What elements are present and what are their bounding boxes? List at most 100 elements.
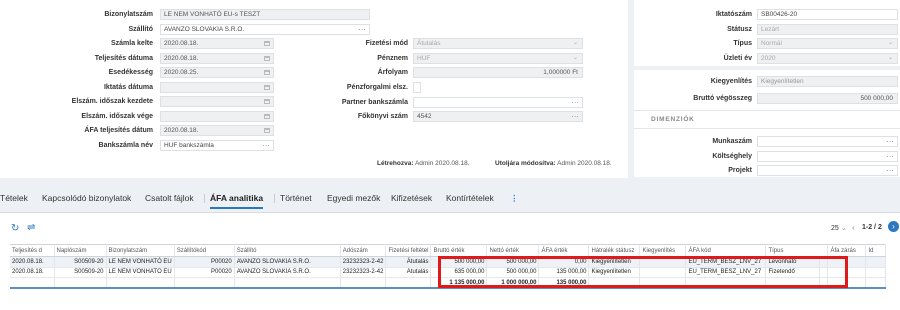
column-header[interactable]: Naplószám [54,244,107,257]
column-header[interactable]: Adószám [340,244,387,257]
calendar-icon[interactable] [264,55,270,61]
total-cell [340,277,387,289]
column-header[interactable]: ÁFA érték [538,244,590,257]
document-number-field[interactable]: LE NEM VONHATÓ EU-s TESZT [160,9,370,20]
more-tabs-icon[interactable]: ⋮ [510,193,519,204]
dimension-label: Projekt [728,167,752,174]
tab-custom-fields[interactable]: Egyedi mezők [327,193,380,203]
field-value: 2020.08.25. [164,69,199,76]
column-header[interactable]: Fizetési feltétel [385,244,432,257]
lookup-icon[interactable]: ... [263,141,270,149]
column-header[interactable]: Bruttó érték [430,244,488,257]
cash-accounting-checkbox[interactable] [413,82,421,93]
fiscal-year-select[interactable]: 2020 ⌄ [757,52,898,64]
lookup-icon[interactable]: ... [887,166,894,174]
field-value: Normál [761,40,782,47]
field-value: AVANZO SLOVAKIA S.R.O. [164,25,245,33]
due-date-field[interactable]: 2020.08.25. [160,67,274,78]
ledger-account-field[interactable]: 4542... [413,111,583,122]
exchange-rate-field[interactable]: 1,000000 Ft [413,67,583,78]
column-header[interactable]: ÁFA kód [685,244,767,257]
calendar-icon[interactable] [264,84,270,90]
dimensions-title: DIMENZIÓK [651,116,695,123]
field-label: Fizetési mód [365,40,408,47]
invoice-header-card: Bizonylatszám LE NEM VONHATÓ EU-s TESZT Sz… [0,0,628,178]
total-cell [234,277,341,289]
table-cell: LE NEM VONHATÓ EU [106,256,175,268]
field-label: Státusz [727,25,752,33]
project-field[interactable]: ... [757,165,898,176]
prev-page-icon[interactable]: ‹ [852,223,855,232]
calendar-icon[interactable] [264,41,270,46]
lookup-icon[interactable]: ... [887,137,894,145]
table-cell: P00020 [174,267,235,278]
next-page-icon[interactable]: › [888,221,899,232]
payment-method-select[interactable]: Átutalás ⌄ [413,38,583,49]
column-header[interactable]: Áfa zárás [827,244,867,257]
page-size-select[interactable]: 25 ⌄ [831,224,847,232]
total-cell [385,277,432,289]
column-header[interactable]: Id [865,244,887,257]
field-label: Pénznem [377,54,408,62]
fulfillment-date-field[interactable]: 2020.08.18. [160,52,274,64]
total-cell [54,277,107,289]
supplier-field[interactable]: AVANZO SLOVAKIA S.R.O....✎ [160,23,370,35]
field-label: Iktatószám [715,11,752,18]
field-label: Főkönyvi szám [357,113,408,120]
field-value: Lezárt [761,25,780,33]
column-header[interactable]: Kiegyenlítés [639,244,687,257]
currency-select[interactable]: HUF ⌄ [413,52,583,64]
calendar-icon[interactable] [264,70,270,75]
work-number-field[interactable]: ... [757,136,898,147]
column-header[interactable]: Típus [765,244,820,257]
column-header[interactable]: Hátralék státusz [588,244,641,257]
calendar-icon[interactable] [264,128,270,133]
table-cell [865,267,887,278]
pagination-range: 1-2 / 2 [862,224,882,231]
settlement-card: Kiegyenlítés Kiegyenlítetlen Bruttó végö… [634,70,900,177]
invoice-date-field[interactable]: 2020.08.18. [160,38,274,49]
tab-related-documents[interactable]: Kapcsolódó bizonylatok [42,193,131,203]
column-header[interactable]: Nettó érték [486,244,540,257]
column-header[interactable]: Teljesítés d [10,244,55,257]
period-start-field[interactable] [160,96,274,107]
column-header[interactable]: Szállító [234,244,341,257]
field-label: Bizonylatszám [104,11,153,18]
column-header[interactable] [819,244,829,257]
refresh-icon[interactable]: ↻ [11,223,19,234]
dimensions-divider [634,110,900,111]
filing-date-field[interactable] [160,81,274,93]
bank-account-field[interactable]: HUF bankszámla... [160,139,274,151]
lookup-icon[interactable]: ... [572,112,579,120]
tab-payments[interactable]: Kifizetések [391,193,432,203]
tab-items[interactable]: Tételek [0,193,28,203]
cost-center-field[interactable]: ... [757,150,898,162]
field-label: Elszám. időszak vége [81,112,153,120]
lookup-icon[interactable]: ... [887,152,894,160]
tab-vat-analytics[interactable]: ÁFA analitika [210,193,264,209]
tab-history[interactable]: Történet [280,193,312,203]
type-select[interactable]: Normál ⌄ [757,38,898,49]
filing-number-field[interactable]: SB00426-20 [757,9,898,20]
vat-date-field[interactable]: 2020.08.18. [160,125,274,136]
field-label: Szállító [128,25,153,33]
tab-attached-files[interactable]: Csatolt fájlok [145,193,194,203]
table-cell: AVANZO SLOVAKIA S.R.O. [234,267,341,278]
table-cell: 23232323-2-42 [340,267,387,278]
tab-posting-items[interactable]: Kontírtételek [446,193,494,203]
lookup-icon[interactable]: ... [572,98,579,106]
column-header[interactable]: Szállítókód [174,244,235,257]
calendar-icon[interactable] [264,113,270,119]
partner-bank-account-field[interactable]: ... [413,96,583,108]
lookup-icon[interactable]: ... [359,25,366,33]
period-end-field[interactable] [160,110,274,122]
status-field[interactable]: Lezárt [757,23,898,35]
swap-icon[interactable]: ⇌ [27,222,35,233]
dropdown-caret-icon: ⌄ [572,54,578,61]
field-label: Elszám. időszak kezdete [71,98,153,105]
total-cell [10,277,55,289]
field-label: Számla kelte [110,40,153,47]
field-label: Partner bankszámla [341,98,408,106]
column-header[interactable]: Bizonylatszám [106,244,175,257]
calendar-icon[interactable] [264,99,270,104]
